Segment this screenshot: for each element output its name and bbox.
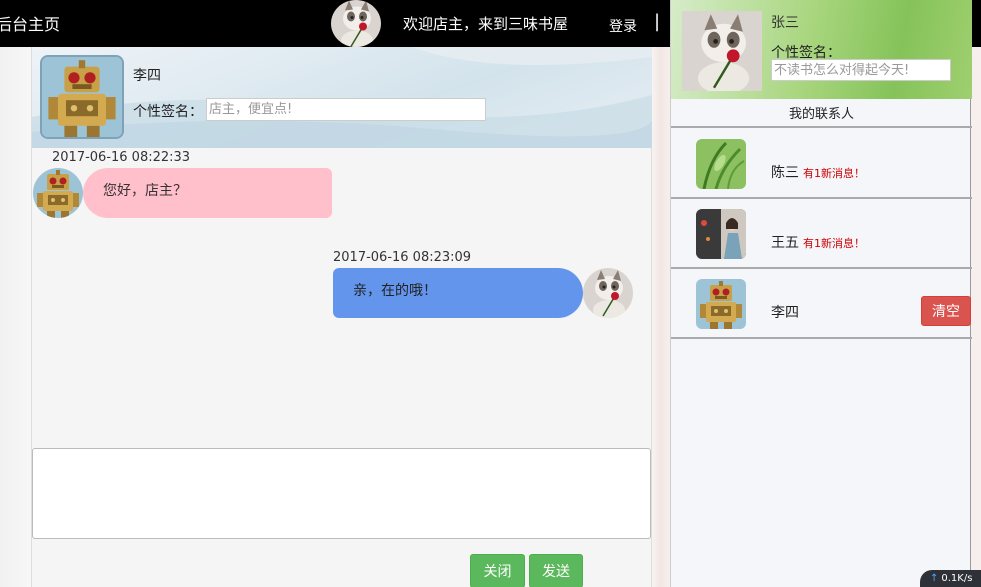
message-avatar-self	[583, 268, 633, 318]
nav-user-avatar[interactable]	[331, 0, 381, 47]
contact-name-wrap: 李四	[771, 302, 799, 322]
upload-arrow-icon: ↑	[930, 573, 939, 584]
contact-avatar	[696, 279, 746, 329]
nav-separator: |	[654, 11, 661, 32]
my-signature-input[interactable]	[771, 59, 951, 81]
contact-name: 陈三	[771, 165, 799, 181]
send-button[interactable]: 发送	[529, 554, 583, 587]
my-name: 张三	[771, 15, 799, 31]
contact-name: 李四	[771, 305, 799, 321]
peer-avatar	[40, 55, 124, 139]
close-button[interactable]: 关闭	[470, 554, 525, 587]
message-time: 2017-06-16 08:23:09	[333, 250, 472, 265]
new-message-badge: 有1新消息！	[803, 167, 865, 180]
peer-signature-input[interactable]	[206, 98, 486, 121]
welcome-text: 欢迎店主，来到三味书屋	[403, 15, 569, 33]
my-profile-card: 张三 个性签名：	[671, 0, 972, 99]
contact-name-wrap: 陈三 有1新消息！	[771, 162, 865, 182]
message-time: 2017-06-16 08:22:33	[52, 150, 191, 165]
contacts-title: 我的联系人	[671, 99, 972, 128]
contact-name-wrap: 王五 有1新消息！	[771, 232, 865, 252]
clear-button[interactable]: 清空	[921, 296, 971, 326]
contact-avatar	[696, 209, 746, 259]
login-link[interactable]: 登录	[609, 16, 637, 36]
chat-header: 李四 个性签名：	[32, 47, 652, 148]
contact-avatar	[696, 139, 746, 189]
speed-value: 0.1K/s	[941, 573, 973, 584]
message-input[interactable]	[32, 448, 651, 539]
peer-name: 李四	[133, 68, 161, 84]
peer-signature-label: 个性签名：	[133, 104, 203, 120]
network-speed-widget: ↑ 0.1K/s	[920, 570, 981, 587]
contacts-sidebar: 张三 个性签名： 我的联系人 陈三有1新消息！ 王五有1新消息！ 李四 清空	[670, 0, 972, 587]
message-avatar-peer	[33, 168, 83, 218]
new-message-badge: 有1新消息！	[803, 237, 865, 250]
message-bubble: 您好，店主？	[83, 168, 332, 218]
contact-item[interactable]: 李四 清空	[671, 269, 972, 339]
message-bubble: 亲，在的哦！	[333, 268, 583, 318]
chat-window: 李四 个性签名： 2017-06-16 08:22:33 您好，店主？ 2017…	[31, 47, 652, 587]
brand-link[interactable]: 后台主页	[0, 11, 60, 35]
my-avatar[interactable]	[682, 11, 762, 91]
contact-item[interactable]: 陈三 有1新消息！	[671, 129, 972, 199]
contact-item[interactable]: 王五 有1新消息！	[671, 199, 972, 269]
contact-name: 王五	[771, 235, 799, 251]
